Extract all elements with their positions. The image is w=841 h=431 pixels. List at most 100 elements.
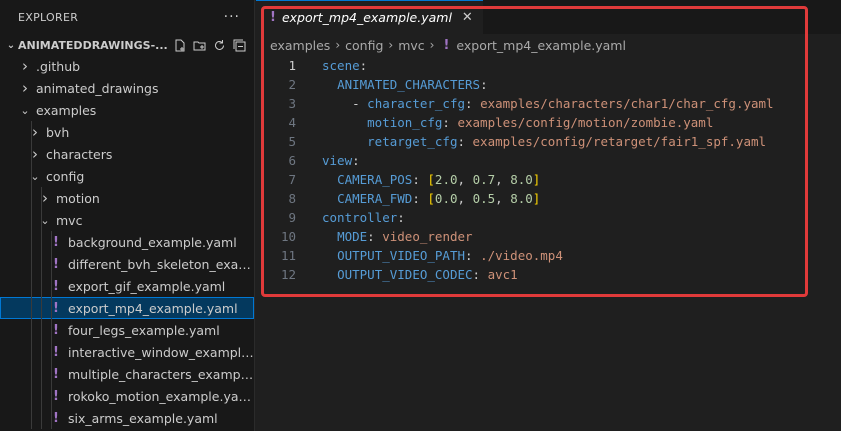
tab-bar: ! export_mp4_example.yaml ✕: [256, 0, 841, 34]
code-token: examples/config/retarget/fair1_spf.yaml: [472, 134, 767, 149]
indent-guide: [41, 385, 42, 407]
code-token: ]: [532, 172, 541, 187]
collapse-all-icon[interactable]: [233, 39, 246, 52]
line-number: 4: [288, 115, 296, 130]
tree-file[interactable]: !interactive_window_example.yaml: [0, 341, 254, 363]
indent-guide: [51, 275, 52, 297]
code-token: :: [359, 58, 368, 73]
indent-guide: [31, 231, 32, 253]
workspace-root[interactable]: ⌄ ANIMATEDDRAWINGS-...: [0, 34, 254, 56]
indent-guide: [31, 341, 32, 363]
new-file-icon[interactable]: [173, 39, 186, 52]
code-token: CAMERA_FWD: [337, 191, 413, 206]
tree-folder[interactable]: › bvh: [0, 121, 254, 143]
tree-file[interactable]: !different_bvh_skeleton_example....: [0, 253, 254, 275]
indent-guide: [41, 297, 42, 319]
code-line: 1 scene:: [256, 56, 841, 75]
line-number: 5: [288, 134, 296, 149]
code-token: 2.0: [434, 172, 458, 187]
tab-title: export_mp4_example.yaml: [281, 10, 452, 25]
tree-item-label: bvh: [46, 124, 70, 140]
new-folder-icon[interactable]: [193, 39, 206, 52]
code-line: 6 view:: [256, 151, 841, 170]
indent-guide: [31, 275, 32, 297]
indent-guide: [41, 407, 42, 429]
code-token: -: [352, 96, 368, 111]
more-actions-icon[interactable]: ···: [224, 9, 240, 25]
tree-file[interactable]: ! export_gif_example.yaml: [0, 275, 254, 297]
line-number: 6: [288, 153, 296, 168]
line-number: 1: [288, 58, 296, 73]
explorer-title: EXPLORER: [18, 10, 79, 24]
code-line: 2 ANIMATED_CHARACTERS:: [256, 75, 841, 94]
indent-guide: [31, 385, 32, 407]
indent-guide: [41, 341, 42, 363]
code-token: :: [352, 153, 360, 168]
indent-guide: [31, 319, 32, 341]
indent-guide: [31, 187, 32, 209]
code-token: retarget_cfg: [367, 134, 458, 149]
tree-file[interactable]: ! background_example.yaml: [0, 231, 254, 253]
tree-folder[interactable]: › .github: [0, 55, 254, 77]
tree-file[interactable]: ! rokoko_motion_example.yaml: [0, 385, 254, 407]
indent-guide: [41, 319, 42, 341]
code-token: MODE: [337, 229, 368, 244]
breadcrumb-item[interactable]: mvc: [398, 38, 424, 53]
tree-item-label: different_bvh_skeleton_example....: [68, 256, 254, 272]
code-line: 4 motion_cfg: examples/config/motion/zom…: [256, 113, 841, 132]
tree-file[interactable]: ! four_legs_example.yaml: [0, 319, 254, 341]
line-number: 8: [288, 191, 296, 206]
line-number: 2: [288, 77, 296, 92]
code-token: ,: [495, 172, 511, 187]
tree-folder[interactable]: › animated_drawings: [0, 77, 254, 99]
indent-guide: [31, 209, 32, 231]
indent-guide: [51, 231, 52, 253]
code-token: ANIMATED_CHARACTERS: [337, 77, 481, 92]
indent-guide: [51, 297, 52, 319]
code-token: 0.5: [472, 191, 496, 206]
code-line: 10 MODE: video_render: [256, 227, 841, 246]
explorer-sidebar: EXPLORER ··· ⌄ ANIMATEDDRAWINGS-... › .gi…: [0, 0, 255, 431]
breadcrumb-item[interactable]: examples: [270, 38, 330, 53]
code-line: 11 OUTPUT_VIDEO_PATH: ./video.mp4: [256, 246, 841, 265]
breadcrumb-item[interactable]: export_mp4_example.yaml: [456, 38, 626, 53]
indent-guide: [51, 319, 52, 341]
yaml-file-icon: !: [270, 10, 276, 25]
explorer-header: EXPLORER ···: [0, 0, 254, 34]
breadcrumb-item[interactable]: config: [345, 38, 383, 53]
tree-item-label: characters: [46, 146, 113, 162]
chevron-right-icon: ›: [429, 38, 435, 52]
tree-folder[interactable]: ⌄ mvc: [0, 209, 254, 231]
line-number: 7: [288, 172, 296, 187]
tree-folder[interactable]: ⌄ examples: [0, 99, 254, 121]
tree-folder[interactable]: › motion: [0, 187, 254, 209]
code-token: CAMERA_POS: [337, 172, 413, 187]
tree-file[interactable]: !multiple_characters_example.yaml: [0, 363, 254, 385]
tree-item-label: export_mp4_example.yaml: [68, 300, 238, 316]
tree-folder[interactable]: ⌄ config: [0, 165, 254, 187]
code-line: 12 OUTPUT_VIDEO_CODEC: avc1: [256, 265, 841, 284]
indent-guide: [51, 253, 52, 275]
code-token: :: [367, 229, 383, 244]
tree-item-label: motion: [56, 190, 100, 206]
tree-file[interactable]: ! export_mp4_example.yaml: [0, 297, 254, 319]
editor-area: ! export_mp4_example.yaml ✕ examples › c…: [256, 0, 841, 431]
tab-export-mp4[interactable]: ! export_mp4_example.yaml ✕: [256, 0, 483, 34]
close-icon[interactable]: ✕: [462, 10, 473, 25]
tree-file[interactable]: ! six_arms_example.yaml: [0, 407, 254, 429]
file-tree: › .github › animated_drawings ⌄ examples › bvh ›…: [0, 55, 254, 429]
tree-folder[interactable]: › characters: [0, 143, 254, 165]
tree-item-label: background_example.yaml: [68, 234, 237, 250]
code-editor[interactable]: 1 scene:2 ANIMATED_CHARACTERS:3 - charact…: [256, 56, 841, 284]
code-token: character_cfg: [367, 96, 466, 111]
code-token: examples/config/motion/zombie.yaml: [457, 115, 714, 130]
code-token: motion_cfg: [367, 115, 443, 130]
code-token: :: [480, 77, 488, 92]
code-token: :: [472, 267, 488, 282]
indent-guide: [31, 297, 32, 319]
refresh-icon[interactable]: [213, 39, 226, 52]
tree-item-label: .github: [36, 58, 81, 74]
code-token: video_render: [382, 229, 473, 244]
indent-guide: [51, 385, 52, 407]
code-line: 7 CAMERA_POS: [2.0, 0.7, 8.0]: [256, 170, 841, 189]
